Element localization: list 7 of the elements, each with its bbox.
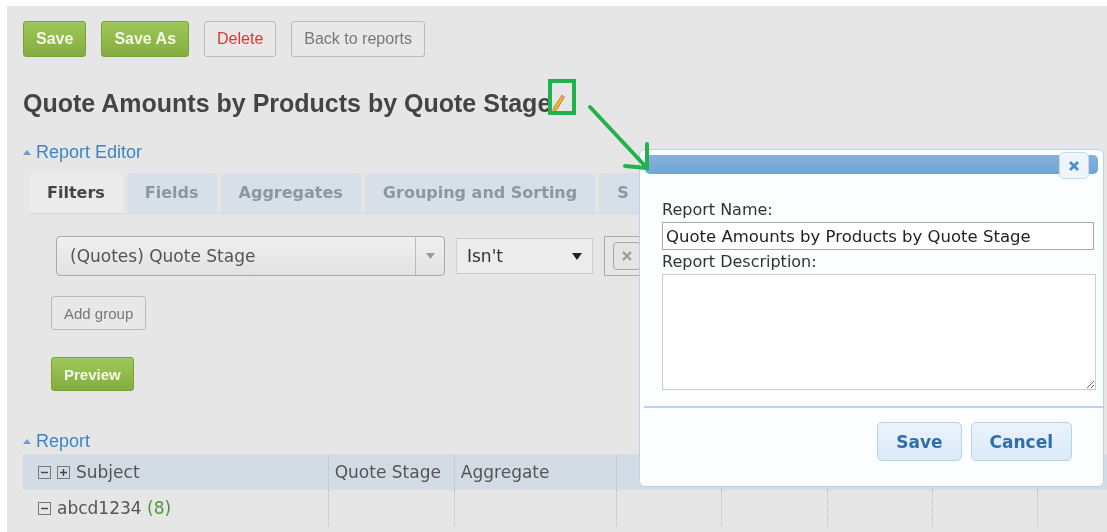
column-header: Quote Stage [328,454,455,490]
column-title: Subject [76,462,140,482]
column-header: Aggregate [454,454,618,490]
group-label: abcd1234 (8) [57,498,172,518]
report-title: Quote Amounts by Products by Quote Stage [23,89,552,118]
field-label: Report Name: [662,199,774,221]
field-label: Report Description: [662,251,818,273]
